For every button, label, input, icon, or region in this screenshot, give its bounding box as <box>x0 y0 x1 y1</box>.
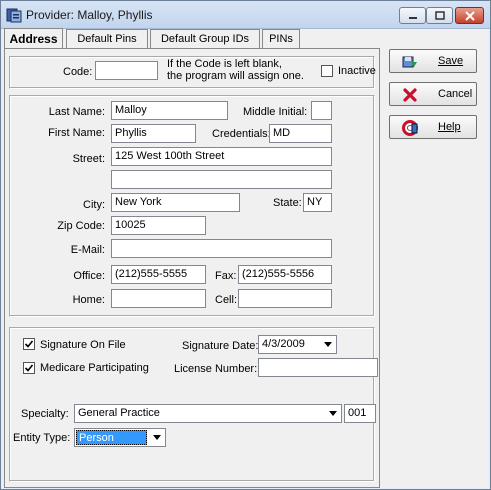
minimize-icon <box>408 16 417 19</box>
middle-initial-label: Middle Initial: <box>243 106 308 118</box>
specialty-value: General Practice <box>78 407 160 419</box>
checkmark-icon <box>24 364 34 372</box>
cancel-button[interactable]: Cancel <box>389 82 477 106</box>
code-hint-line1: If the Code is left blank, <box>167 58 282 70</box>
title-bar: Provider: Malloy, Phyllis <box>1 1 490 29</box>
inactive-label: Inactive <box>338 65 376 77</box>
tab-default-pins[interactable]: Default Pins <box>66 29 148 49</box>
entity-type-dropdown-button[interactable] <box>148 429 165 446</box>
close-button[interactable] <box>455 7 484 24</box>
maximize-icon <box>434 11 445 20</box>
city-input[interactable]: New York <box>111 193 240 212</box>
signature-date-value: 4/3/2009 <box>262 338 305 350</box>
signature-date-picker[interactable]: 4/3/2009 <box>258 335 337 354</box>
lifebuoy-help-icon <box>402 120 418 136</box>
home-phone-label: Home: <box>72 294 105 306</box>
cell-phone-input[interactable] <box>238 289 332 308</box>
zip-code-input[interactable]: 10025 <box>111 216 206 235</box>
office-phone-input[interactable]: (212)555-5555 <box>111 265 206 284</box>
license-number-label: License Number: <box>174 363 258 375</box>
office-phone-label: Office: <box>73 270 105 282</box>
address-tab-panel: Code: If the Code is left blank, the pro… <box>4 48 380 488</box>
specialty-select[interactable]: General Practice <box>74 404 342 423</box>
state-input[interactable]: NY <box>303 193 332 212</box>
city-label: City: <box>83 199 105 211</box>
medicare-participating-checkbox[interactable] <box>23 362 35 374</box>
cancel-x-icon <box>403 88 417 102</box>
tab-pins[interactable]: PINs <box>262 29 300 49</box>
email-input[interactable] <box>111 239 332 258</box>
zip-code-label: Zip Code: <box>57 220 105 232</box>
medicare-participating-label: Medicare Participating <box>40 362 149 374</box>
street-line1-input[interactable]: 125 West 100th Street <box>111 147 332 166</box>
credentials-label: Credentials: <box>212 128 271 140</box>
save-button[interactable]: Save <box>389 49 477 73</box>
specialty-label: Specialty: <box>21 408 69 420</box>
street-line2-input[interactable] <box>111 170 332 189</box>
signature-date-dropdown-button[interactable] <box>319 336 336 353</box>
app-icon <box>6 8 22 23</box>
fax-input[interactable]: (212)555-5556 <box>238 265 332 284</box>
provider-window: Provider: Malloy, Phyllis Address Defaul… <box>0 0 491 490</box>
street-label: Street: <box>72 153 105 165</box>
license-number-input[interactable] <box>258 358 378 377</box>
entity-type-label: Entity Type: <box>13 432 71 444</box>
credentials-input[interactable]: MD <box>269 124 332 143</box>
first-name-label: First Name: <box>48 127 105 139</box>
help-label: Help <box>438 121 461 133</box>
state-label: State: <box>273 197 302 209</box>
code-input[interactable] <box>95 61 158 80</box>
cancel-label: Cancel <box>438 88 473 100</box>
entity-type-value: Person <box>76 430 147 445</box>
chevron-down-icon <box>152 435 161 440</box>
checkmark-icon <box>24 340 34 348</box>
code-hint-line2: the program will assign one. <box>167 70 304 82</box>
chevron-down-icon <box>323 342 332 347</box>
minimize-button[interactable] <box>399 7 426 24</box>
first-name-input[interactable]: Phyllis <box>111 124 196 143</box>
cell-label: Cell: <box>215 294 238 306</box>
close-icon <box>464 10 475 21</box>
home-phone-input[interactable] <box>111 289 206 308</box>
save-label: Save <box>438 55 464 67</box>
signature-on-file-label: Signature On File <box>40 339 126 351</box>
signature-on-file-checkbox[interactable] <box>23 338 35 350</box>
middle-initial-input[interactable] <box>311 101 332 120</box>
last-name-input[interactable]: Malloy <box>111 101 228 120</box>
save-icon <box>402 56 417 68</box>
tab-default-group-ids[interactable]: Default Group IDs <box>150 29 260 49</box>
help-button[interactable]: Help <box>389 115 477 139</box>
entity-type-select[interactable]: Person <box>74 428 166 447</box>
maximize-button[interactable] <box>426 7 453 24</box>
inactive-checkbox[interactable] <box>321 65 333 77</box>
chevron-down-icon <box>328 411 337 416</box>
specialty-dropdown-button[interactable] <box>324 405 341 422</box>
email-label: E-Mail: <box>70 244 105 256</box>
specialty-code-input[interactable]: 001 <box>344 404 376 423</box>
signature-date-label: Signature Date: <box>182 340 259 352</box>
tab-address[interactable]: Address <box>4 28 63 50</box>
fax-label: Fax: <box>215 270 237 282</box>
window-title: Provider: Malloy, Phyllis <box>26 8 153 22</box>
last-name-label: Last Name: <box>48 106 105 118</box>
code-label: Code: <box>63 66 93 78</box>
